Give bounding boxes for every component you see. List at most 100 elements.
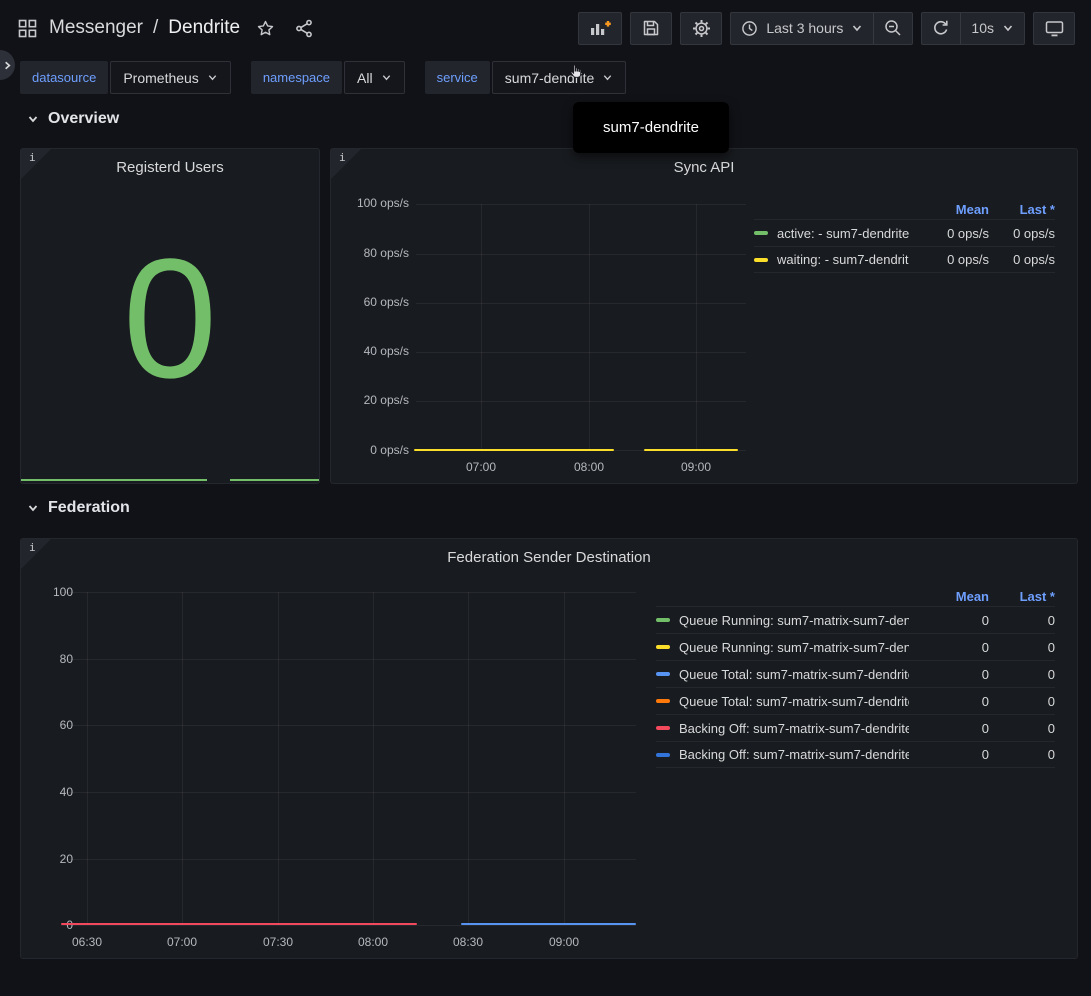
gridline: [61, 659, 636, 660]
time-range-picker[interactable]: Last 3 hours: [731, 13, 873, 44]
variable-datasource-label: datasource: [20, 61, 108, 94]
template-variables-row: datasource Prometheus namespace All serv…: [20, 61, 626, 94]
panel-title-registered-users[interactable]: Registerd Users: [21, 159, 319, 176]
legend-mean-value: 0: [909, 747, 989, 762]
time-range-label: Last 3 hours: [766, 20, 843, 36]
dashboard-toolbar: Last 3 hours: [578, 12, 1075, 45]
legend-header-last[interactable]: Last *: [989, 202, 1055, 217]
add-panel-icon: [589, 19, 611, 37]
y-axis-tick: 0 ops/s: [331, 443, 409, 457]
legend-row[interactable]: Queue Total: sum7-matrix-sum7-dendrite 0…: [656, 687, 1055, 714]
chevron-down-icon: [27, 502, 39, 514]
dashboards-grid-icon[interactable]: [16, 17, 39, 40]
info-icon[interactable]: i: [29, 151, 36, 164]
x-axis-tick: 08:00: [559, 460, 619, 474]
legend-last-value: 0: [989, 721, 1055, 736]
gridline: [61, 859, 636, 860]
legend-label[interactable]: Queue Total: sum7-matrix-sum7-dendrite: [679, 694, 909, 709]
panel-title-sync-api[interactable]: Sync API: [331, 159, 1077, 176]
legend-label[interactable]: Queue Running: sum7-matrix-sum7-dendrite: [679, 640, 909, 655]
legend-label[interactable]: Backing Off: sum7-matrix-sum7-dendrite: [679, 747, 909, 762]
legend-row[interactable]: Backing Off: sum7-matrix-sum7-dendrite 0…: [656, 741, 1055, 768]
legend-mean-value: 0 ops/s: [909, 226, 989, 241]
legend-swatch: [754, 258, 768, 262]
save-dashboard-button[interactable]: [630, 12, 672, 45]
chevron-down-icon: [1002, 22, 1014, 34]
favorite-star-icon[interactable]: [254, 17, 277, 40]
legend-swatch: [656, 753, 670, 757]
gridline: [696, 204, 697, 451]
legend-label[interactable]: Queue Total: sum7-matrix-sum7-dendrite: [679, 667, 909, 682]
panel-registered-users: i Registerd Users 0: [20, 148, 320, 484]
legend-label[interactable]: Queue Running: sum7-matrix-sum7-dendrite: [679, 613, 909, 628]
series-line-waiting: [414, 449, 614, 451]
legend-row[interactable]: Queue Running: sum7-matrix-sum7-dendrite…: [656, 633, 1055, 660]
mouse-cursor: [569, 64, 584, 82]
gridline: [61, 592, 636, 593]
info-icon[interactable]: i: [29, 541, 36, 554]
y-axis-tick: 80 ops/s: [331, 246, 409, 260]
legend-last-value: 0: [989, 613, 1055, 628]
gridline: [61, 725, 636, 726]
legend-mean-value: 0 ops/s: [909, 252, 989, 267]
variable-datasource-dropdown[interactable]: Prometheus: [110, 61, 230, 94]
legend-header-row: Mean Last *: [656, 586, 1055, 606]
chevron-down-icon: [381, 72, 392, 83]
section-row-federation[interactable]: Federation: [27, 499, 130, 517]
x-axis-tick: 07:00: [152, 935, 212, 949]
legend-row[interactable]: Queue Running: sum7-matrix-sum7-dendrite…: [656, 606, 1055, 633]
share-icon[interactable]: [293, 17, 316, 40]
stat-sparkline-segment: [21, 479, 207, 481]
legend-header-last[interactable]: Last *: [989, 589, 1055, 604]
x-axis-tick: 07:30: [248, 935, 308, 949]
legend-mean-value: 0: [909, 640, 989, 655]
gridline: [589, 204, 590, 451]
panel-federation-sender: i Federation Sender Destination 100 80 6…: [20, 538, 1078, 959]
legend-label[interactable]: waiting: - sum7-dendrite: [777, 252, 909, 267]
gridline: [481, 204, 482, 451]
kiosk-mode-button[interactable]: [1033, 12, 1075, 45]
legend-last-value: 0: [989, 747, 1055, 762]
legend-label[interactable]: Backing Off: sum7-matrix-sum7-dendrite: [679, 721, 909, 736]
legend-label[interactable]: active: - sum7-dendrite: [777, 226, 909, 241]
series-line-backing-off-red: [61, 923, 417, 925]
y-axis-tick: 40 ops/s: [331, 344, 409, 358]
x-axis-tick: 08:00: [343, 935, 403, 949]
variable-service-dropdown[interactable]: sum7-dendrite: [492, 61, 627, 94]
legend-row[interactable]: Queue Total: sum7-matrix-sum7-dendrite 0…: [656, 660, 1055, 687]
variable-namespace-dropdown[interactable]: All: [344, 61, 405, 94]
breadcrumb-dashboard[interactable]: Messenger: [49, 17, 143, 39]
legend-header-mean[interactable]: Mean: [909, 202, 989, 217]
x-axis-tick: 06:30: [57, 935, 117, 949]
x-axis-tick: 07:00: [451, 460, 511, 474]
panel-title-federation-sender[interactable]: Federation Sender Destination: [21, 549, 1077, 566]
legend-header-mean[interactable]: Mean: [909, 589, 989, 604]
legend-header-row: Mean Last *: [754, 199, 1055, 219]
legend-row[interactable]: active: - sum7-dendrite 0 ops/s 0 ops/s: [754, 219, 1055, 246]
refresh-button[interactable]: [922, 13, 960, 44]
legend-mean-value: 0: [909, 694, 989, 709]
add-panel-button[interactable]: [578, 12, 622, 45]
gridline: [468, 592, 469, 925]
section-row-overview[interactable]: Overview: [27, 110, 119, 128]
legend-sync-api: Mean Last * active: - sum7-dendrite 0 op…: [754, 199, 1055, 273]
legend-federation: Mean Last * Queue Running: sum7-matrix-s…: [656, 586, 1055, 768]
save-icon: [642, 19, 660, 37]
dashboard-settings-button[interactable]: [680, 12, 722, 45]
legend-mean-value: 0: [909, 613, 989, 628]
zoom-out-button[interactable]: [874, 13, 912, 44]
refresh-interval-dropdown[interactable]: 10s: [961, 13, 1024, 44]
legend-swatch: [656, 699, 670, 703]
legend-row[interactable]: Backing Off: sum7-matrix-sum7-dendrite 0…: [656, 714, 1055, 741]
gridline: [373, 592, 374, 925]
info-icon[interactable]: i: [339, 151, 346, 164]
zoom-out-icon: [884, 19, 902, 37]
legend-row[interactable]: waiting: - sum7-dendrite 0 ops/s 0 ops/s: [754, 246, 1055, 273]
top-nav: Messenger / Dendrite: [0, 0, 1091, 56]
stat-value: 0: [21, 234, 319, 404]
gridline: [61, 792, 636, 793]
legend-swatch: [656, 618, 670, 622]
grafana-dashboard: Messenger / Dendrite: [0, 0, 1091, 996]
chevron-down-icon: [851, 22, 863, 34]
variable-datasource: datasource Prometheus: [20, 61, 231, 94]
